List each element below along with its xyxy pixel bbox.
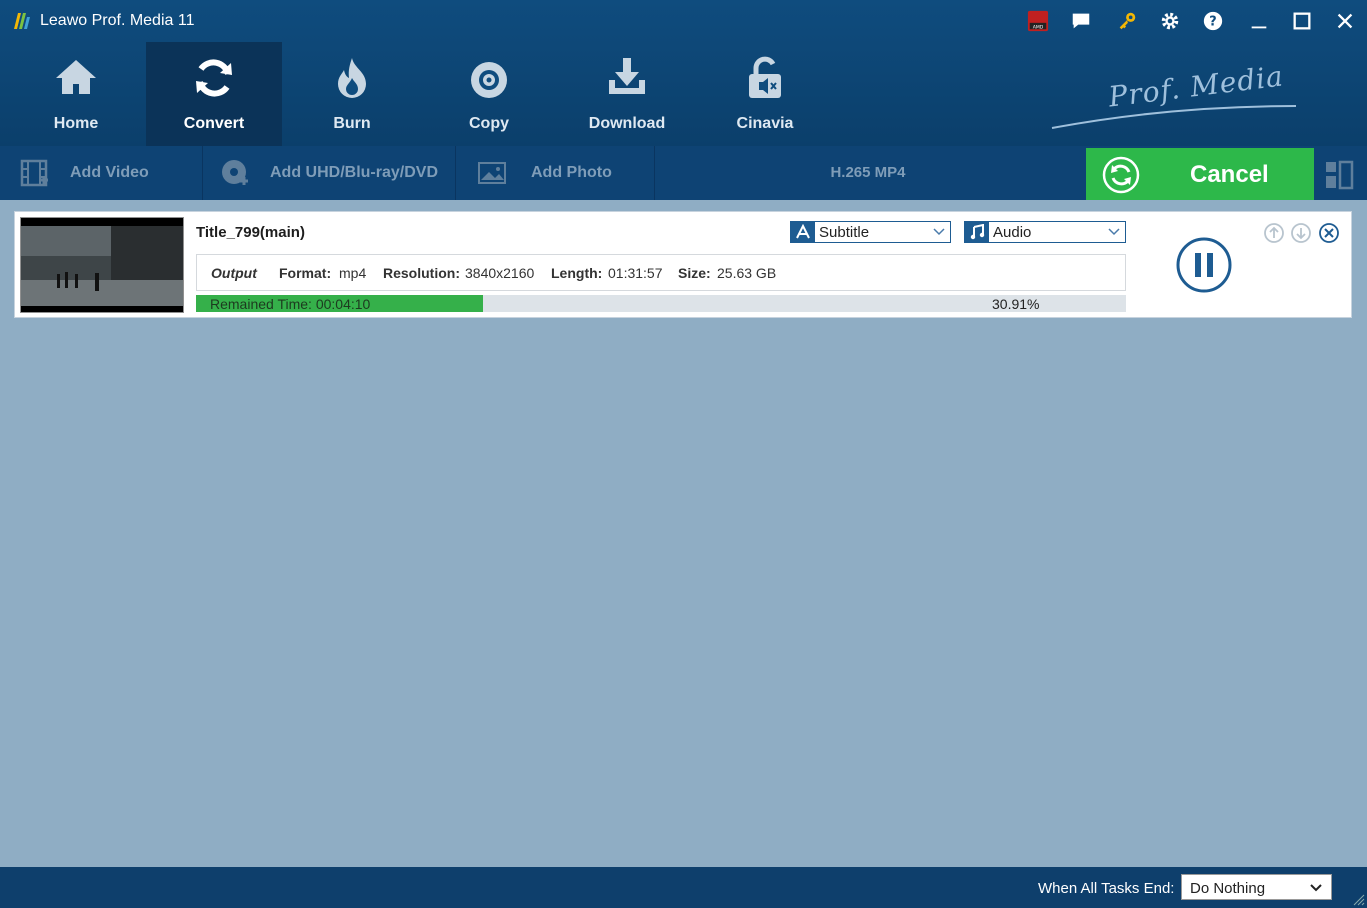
toolbar-divider: [202, 146, 203, 200]
tasks-end-label: When All Tasks End:: [1038, 880, 1175, 897]
add-video-label: Add Video: [70, 164, 149, 181]
length-key: Length:: [551, 265, 603, 281]
nav-cinavia[interactable]: Cinavia: [697, 42, 833, 146]
task-title: Title_799(main): [196, 224, 305, 241]
output-format-selector[interactable]: H.265 MP4: [760, 146, 976, 200]
chevron-down-icon: [1310, 884, 1322, 892]
length-value: 01:31:57: [608, 265, 663, 281]
pause-button[interactable]: [1175, 236, 1233, 294]
add-photo-label: Add Photo: [531, 164, 612, 181]
chevron-down-icon: [1108, 228, 1120, 236]
conversion-task-card: Title_799(main) Subtitle Audio Output Fo…: [14, 211, 1352, 318]
maximize-icon[interactable]: [1289, 9, 1315, 33]
remained-time: Remained Time: 00:04:10: [210, 296, 371, 312]
brand-logo: Prof. Media: [1050, 58, 1300, 138]
size-value: 25.63 GB: [717, 265, 777, 281]
minimize-icon[interactable]: [1246, 9, 1272, 33]
add-video-button[interactable]: Add Video: [20, 146, 149, 200]
home-icon: [56, 60, 96, 94]
nav-convert-label: Convert: [183, 115, 245, 132]
disc-add-icon: [222, 160, 248, 185]
chat-icon[interactable]: [1068, 9, 1094, 33]
download-icon: [609, 58, 645, 94]
resolution-value: 3840x2160: [465, 265, 535, 281]
cancel-button[interactable]: Cancel: [1086, 148, 1314, 200]
output-label: Output: [211, 265, 257, 281]
help-icon[interactable]: ?: [1200, 9, 1226, 33]
key-icon[interactable]: [1114, 9, 1140, 33]
nav-home[interactable]: Home: [8, 42, 144, 146]
close-icon[interactable]: [1332, 9, 1358, 33]
disc-icon: [471, 62, 507, 98]
gear-icon[interactable]: [1157, 9, 1183, 33]
toolbar-divider: [455, 146, 456, 200]
audio-value: Audio: [993, 224, 1032, 241]
status-bar: When All Tasks End: Do Nothing: [0, 867, 1367, 908]
move-down-icon[interactable]: [1290, 222, 1312, 244]
nav-convert[interactable]: Convert: [146, 42, 282, 146]
brand-swoosh: [1051, 105, 1297, 129]
flame-icon: [338, 58, 366, 98]
photo-icon: [478, 162, 506, 184]
move-up-icon[interactable]: [1263, 222, 1285, 244]
nav-download-label: Download: [588, 115, 666, 132]
progress-bar: Remained Time: 00:04:10 30.91%: [196, 295, 1126, 312]
nav-download[interactable]: Download: [559, 42, 695, 146]
progress-percent: 30.91%: [992, 296, 1040, 312]
add-uhd-label: Add UHD/Blu-ray/DVD: [270, 164, 439, 181]
audio-select[interactable]: Audio: [964, 221, 1126, 243]
chevron-down-icon: [933, 228, 945, 236]
music-note-icon: [965, 222, 989, 242]
header-area: Leawo Prof. Media 11 AMD ? Home Convert …: [0, 0, 1367, 146]
tasks-end-select[interactable]: Do Nothing: [1181, 874, 1332, 900]
convert-icon: [196, 59, 232, 97]
toolbar-divider: [654, 146, 655, 200]
cancel-label: Cancel: [1190, 161, 1269, 188]
cancel-refresh-icon: [1102, 156, 1140, 194]
nav-cinavia-label: Cinavia: [736, 115, 794, 132]
resize-grip-icon[interactable]: [1351, 892, 1365, 906]
layout-toggle-icon[interactable]: [1322, 158, 1356, 192]
remove-task-icon[interactable]: [1318, 222, 1340, 244]
video-thumbnail[interactable]: [20, 217, 184, 313]
output-info: Output Format: mp4 Resolution: 3840x2160…: [196, 254, 1126, 291]
film-icon: [20, 159, 48, 187]
tasks-end-value: Do Nothing: [1190, 880, 1266, 897]
unlock-icon: [749, 56, 781, 98]
nav-burn[interactable]: Burn: [284, 42, 420, 146]
svg-text:?: ?: [1209, 15, 1216, 30]
format-value: mp4: [339, 265, 367, 281]
nav-copy[interactable]: Copy: [421, 42, 557, 146]
size-key: Size:: [678, 265, 711, 281]
nav-burn-label: Burn: [333, 115, 371, 132]
title-bar: Leawo Prof. Media 11 AMD ?: [0, 0, 1367, 42]
add-photo-button[interactable]: Add Photo: [473, 146, 612, 200]
nav-copy-label: Copy: [469, 115, 509, 132]
subtitle-value: Subtitle: [819, 224, 870, 241]
svg-text:AMD: AMD: [1033, 24, 1044, 30]
format-key: Format:: [279, 265, 332, 281]
resolution-key: Resolution:: [383, 265, 460, 281]
nav-home-label: Home: [53, 115, 99, 132]
app-logo-icon: [14, 13, 30, 29]
subtitle-select[interactable]: Subtitle: [790, 221, 951, 243]
subtitle-icon: [791, 222, 815, 242]
amd-icon[interactable]: AMD: [1025, 9, 1051, 33]
add-uhd-button[interactable]: Add UHD/Blu-ray/DVD: [220, 146, 438, 200]
app-title: Leawo Prof. Media 11: [40, 12, 195, 29]
